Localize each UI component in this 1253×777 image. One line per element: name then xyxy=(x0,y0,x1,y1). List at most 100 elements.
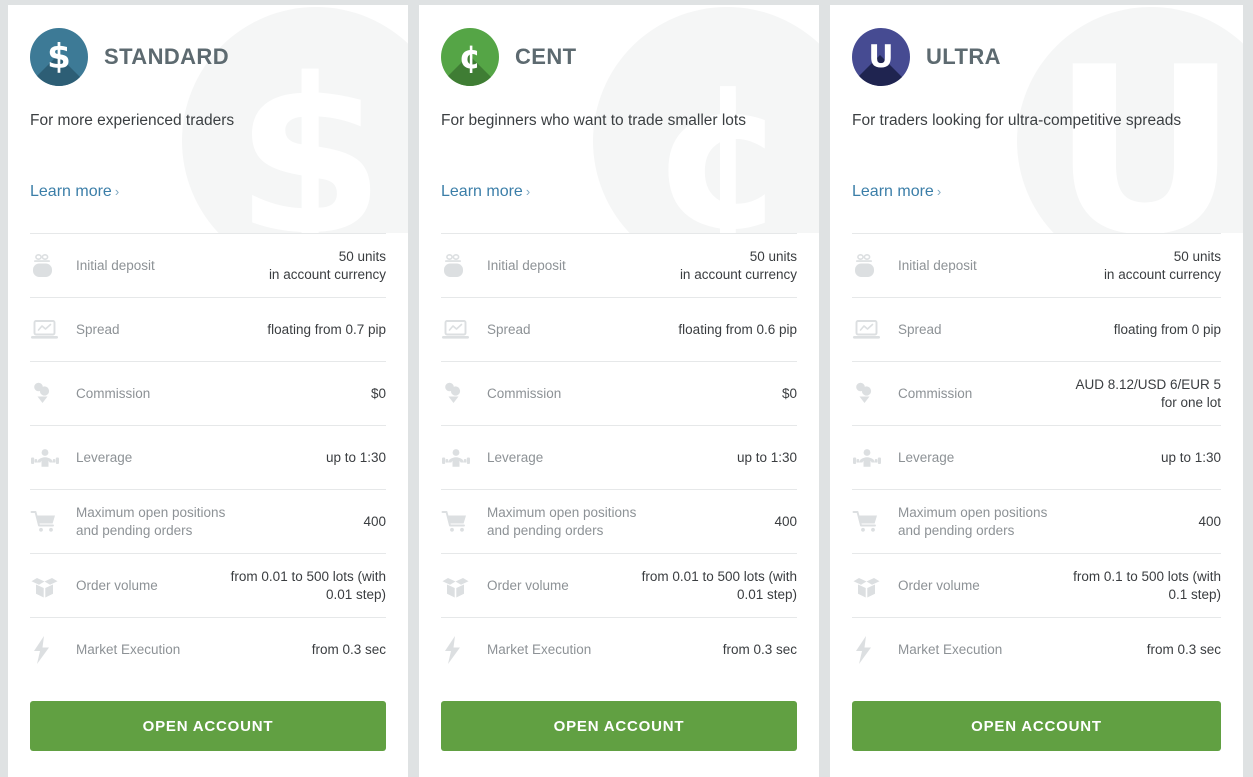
feature-row: Order volume from 0.01 to 500 lots (with … xyxy=(441,553,797,617)
open-account-button[interactable]: OPEN ACCOUNT xyxy=(852,701,1221,751)
feature-value: 50 units in account currency xyxy=(268,249,386,282)
card-header-row: ¢ CENT xyxy=(441,27,797,87)
feature-row: Market Execution from 0.3 sec xyxy=(852,617,1221,681)
feature-row: Spread floating from 0.6 pip xyxy=(441,297,797,361)
piggy-bank-icon xyxy=(30,253,76,279)
open-account-button[interactable]: OPEN ACCOUNT xyxy=(30,701,386,751)
feature-label: Spread xyxy=(898,321,942,337)
feature-label: Commission xyxy=(76,385,151,401)
shopping-cart-icon xyxy=(852,509,898,535)
feature-row: Commission $0 xyxy=(30,361,386,425)
feature-label: Order volume xyxy=(76,577,158,593)
chevron-right-icon: › xyxy=(936,184,942,200)
chevron-right-icon: › xyxy=(525,184,531,200)
feature-label: Initial deposit xyxy=(76,257,155,273)
logo-glyph: ¢ xyxy=(458,38,482,76)
feature-value: up to 1:30 xyxy=(1160,449,1221,465)
feature-row: Order volume from 0.1 to 500 lots (with 0… xyxy=(852,553,1221,617)
feature-row: Commission $0 xyxy=(441,361,797,425)
feature-label: Market Execution xyxy=(487,641,592,657)
shopping-cart-icon xyxy=(441,509,487,535)
feature-label: Initial deposit xyxy=(898,257,977,273)
feature-value: floating from 0.7 pip xyxy=(267,321,386,337)
commission-icon xyxy=(441,380,487,408)
feature-label: Maximum open positions and pending orders xyxy=(76,505,226,538)
card-tagline: For beginners who want to trade smaller … xyxy=(441,112,746,129)
lightning-bolt-icon xyxy=(852,635,898,665)
feature-row: Maximum open positions and pending orders… xyxy=(852,489,1221,553)
feature-value: from 0.3 sec xyxy=(311,641,386,657)
laptop-chart-icon xyxy=(441,317,487,343)
feature-label: Leverage xyxy=(898,449,955,465)
feature-label: Initial deposit xyxy=(487,257,566,273)
feature-label: Order volume xyxy=(898,577,980,593)
commission-icon xyxy=(30,380,76,408)
card-tagline: For traders looking for ultra-competitiv… xyxy=(852,112,1182,129)
feature-label: Order volume xyxy=(487,577,569,593)
feature-row: Leverage up to 1:30 xyxy=(30,425,386,489)
feature-row: Market Execution from 0.3 sec xyxy=(30,617,386,681)
page-title: STANDARD xyxy=(104,44,230,69)
feature-row: Maximum open positions and pending orders… xyxy=(30,489,386,553)
learn-more-label: Learn more xyxy=(441,183,523,201)
feature-value: up to 1:30 xyxy=(325,449,386,465)
laptop-chart-icon xyxy=(30,317,76,343)
feature-row: Initial deposit 50 units in account curren… xyxy=(30,233,386,297)
open-box-icon xyxy=(441,572,487,600)
weightlifter-icon xyxy=(852,446,898,470)
cta-container: OPEN ACCOUNT xyxy=(419,685,819,777)
learn-more-link[interactable]: Learn more › xyxy=(30,183,119,201)
feature-label: Leverage xyxy=(487,449,544,465)
feature-value: 400 xyxy=(1198,513,1221,529)
feature-value: 400 xyxy=(363,513,386,529)
feature-label: Commission xyxy=(487,385,562,401)
feature-row: Order volume from 0.01 to 500 lots (with … xyxy=(30,553,386,617)
watermark-glyph: ¢ xyxy=(651,41,791,234)
feature-label: Spread xyxy=(487,321,531,337)
feature-row: Leverage up to 1:30 xyxy=(441,425,797,489)
feature-label: Leverage xyxy=(76,449,133,465)
learn-more-link[interactable]: Learn more › xyxy=(852,183,941,201)
learn-more-link[interactable]: Learn more › xyxy=(441,183,530,201)
feature-label: Spread xyxy=(76,321,120,337)
features-list: Initial deposit 50 units in account curren… xyxy=(419,233,819,685)
lightning-bolt-icon xyxy=(30,635,76,665)
chevron-right-icon: › xyxy=(114,184,120,200)
feature-value: $0 xyxy=(370,385,386,401)
open-account-button[interactable]: OPEN ACCOUNT xyxy=(441,701,797,751)
feature-label: Maximum open positions and pending orders xyxy=(487,505,637,538)
account-card-ultra: U U ULTRA For traders looking for ultra-… xyxy=(830,5,1243,777)
feature-value: $0 xyxy=(781,385,797,401)
account-card-standard: $ $ STANDARD For more experienced trader… xyxy=(8,5,408,777)
feature-row: Commission AUD 8.12/USD 6/EUR 5 for one lo… xyxy=(852,361,1221,425)
account-card-cent: ¢ ¢ CENT For beginners who want to trade… xyxy=(419,5,819,777)
features-list: Initial deposit 50 units in account curren… xyxy=(830,233,1243,685)
card-header: ¢ ¢ CENT For beginners who want to trade… xyxy=(419,5,819,233)
watermark-glyph: $ xyxy=(235,31,385,233)
feature-value: from 0.1 to 500 lots (with 0.1 step) xyxy=(1073,569,1221,602)
open-box-icon xyxy=(30,572,76,600)
feature-label: Market Execution xyxy=(898,641,1003,657)
piggy-bank-icon xyxy=(852,253,898,279)
page-title: CENT xyxy=(515,44,577,69)
open-box-icon xyxy=(852,572,898,600)
page-title: ULTRA xyxy=(926,44,1001,69)
weightlifter-icon xyxy=(441,446,487,470)
card-header-row: U ULTRA xyxy=(852,27,1221,87)
feature-value: floating from 0.6 pip xyxy=(678,321,797,337)
laptop-chart-icon xyxy=(852,317,898,343)
logo-glyph: U xyxy=(868,39,894,75)
feature-label: Market Execution xyxy=(76,641,181,657)
feature-value: 400 xyxy=(774,513,797,529)
feature-value: 50 units in account currency xyxy=(679,249,797,282)
feature-label: Maximum open positions and pending orders xyxy=(898,505,1048,538)
lightning-bolt-icon xyxy=(441,635,487,665)
weightlifter-icon xyxy=(30,446,76,470)
feature-value: AUD 8.12/USD 6/EUR 5 for one lot xyxy=(1075,377,1221,410)
feature-value: from 0.3 sec xyxy=(722,641,797,657)
card-header-row: $ STANDARD xyxy=(30,27,386,87)
features-list: Initial deposit 50 units in account curren… xyxy=(8,233,408,685)
dollar-badge-icon: $ xyxy=(30,28,88,86)
feature-row: Market Execution from 0.3 sec xyxy=(441,617,797,681)
card-header: U U ULTRA For traders looking for ultra-… xyxy=(830,5,1243,233)
